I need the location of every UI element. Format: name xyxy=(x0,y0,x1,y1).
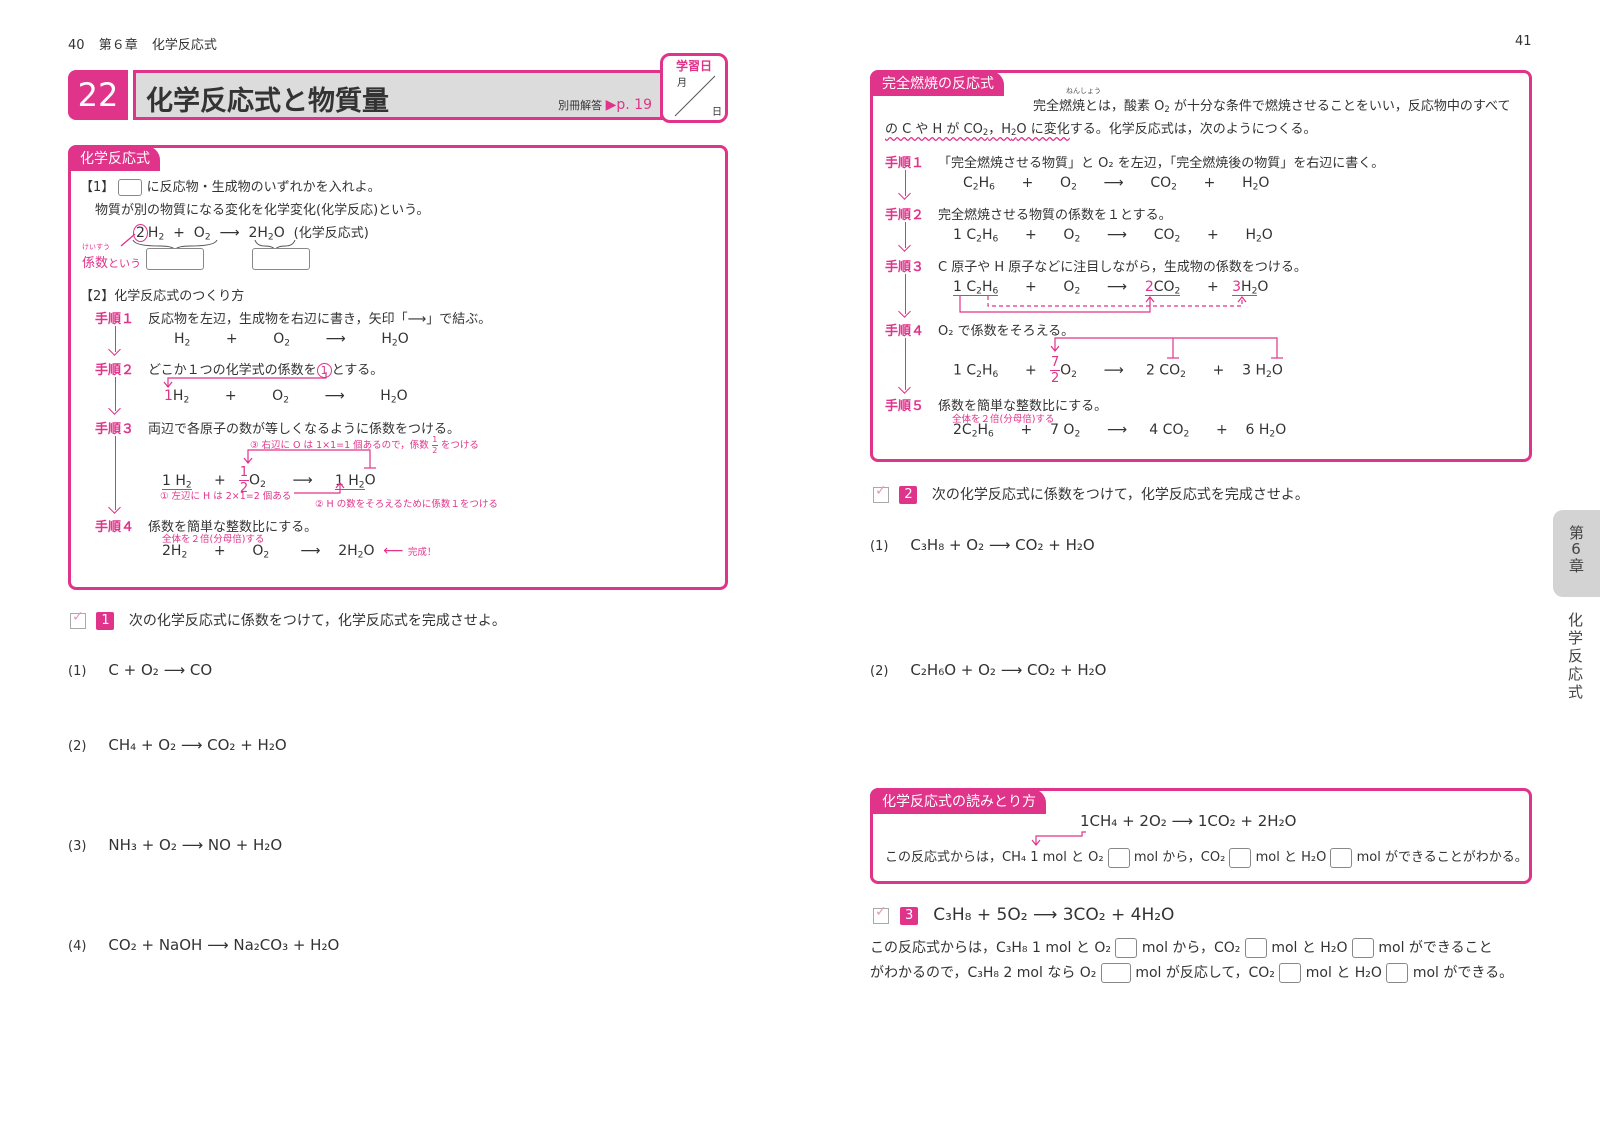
step-arrow-icon xyxy=(905,222,906,248)
r-step-3-equation: 1 C2H6 + O2 ⟶ 2CO2 + 3H2O xyxy=(953,279,1269,297)
step-3-text: 両辺で各原子の数が等しくなるように係数をつける。 xyxy=(148,422,461,437)
page-number: 40 xyxy=(68,38,85,53)
step-arrow-icon xyxy=(115,377,116,411)
r-step-3-text: C 原子や H 原子などに注目しながら，生成物の係数をつける。 xyxy=(938,260,1307,275)
r-step-2-text: 完全燃焼させる物質の係数を１とする。 xyxy=(938,208,1172,223)
exercise-2-header: 2 次の化学反応式に係数をつけて，化学反応式を完成させよ。 xyxy=(873,483,1309,504)
reading-equation: 1CH₄ + 2O₂ ⟶ 1CO₂ + 2H₂O xyxy=(1080,812,1297,830)
r-step-2-label: 手順２ xyxy=(885,208,925,223)
answer-ref-arrow-icon: ▶ xyxy=(605,97,617,113)
exercise-number: 2 xyxy=(899,486,918,504)
lesson-title: 化学反応式と物質量 xyxy=(146,86,389,117)
r-step-4-label: 手順４ xyxy=(885,324,925,339)
combustion-intro-1: 完全燃焼とは，酸素 O2 が十分な条件で燃焼させることをいい，反応物中のすべて xyxy=(1033,99,1511,115)
step-2-connector xyxy=(163,372,327,388)
side-tab-title: 化学反応式 xyxy=(1566,612,1584,702)
step-1-text: 反応物を左辺，生成物を右辺に書き，矢印「⟶」で結ぶ。 xyxy=(148,312,492,327)
answer-blank[interactable] xyxy=(118,179,143,196)
exercise-1-item: (4) CO₂ + NaOH ⟶ Na₂CO₃ + H₂O xyxy=(68,936,340,954)
step-3-label: 手順３ xyxy=(95,422,135,437)
exercise-3-line-2: がわかるので，C₃H₈ 2 mol なら O₂ mol が反応して，CO₂ mo… xyxy=(870,963,1514,983)
exercise-number: 1 xyxy=(96,612,115,630)
answer-blank[interactable] xyxy=(1115,938,1138,958)
q1-definition: 物質が別の物質になる変化を化学変化(化学反応)という。 xyxy=(95,203,430,218)
step-arrow-icon xyxy=(905,274,906,314)
step-1-label: 手順１ xyxy=(95,312,135,327)
r-step-2-equation: 1 C2H6 + O2 ⟶ CO2 + H2O xyxy=(953,227,1273,245)
r-step-1-equation: C2H6 + O2 ⟶ CO2 + H2O xyxy=(963,175,1270,193)
combustion-intro-2: の C や H が CO2，H2O に変化する。化学反応式は，次のようにつくる。 xyxy=(885,122,1317,138)
checkbox-icon[interactable] xyxy=(70,609,86,629)
step-3-note-2: ② H の数をそろえるために係数１をつける xyxy=(315,499,498,510)
box-tag: 化学反応式 xyxy=(70,146,160,171)
answer-blank[interactable] xyxy=(1330,847,1353,868)
exercise-1-item: (1) C + O₂ ⟶ CO xyxy=(68,661,213,679)
running-head-left: 40 第６章 化学反応式 xyxy=(68,34,217,53)
exercise-1-item: (2) CH₄ + O₂ ⟶ CO₂ + H₂O xyxy=(68,736,287,754)
step-1-equation: H2 + O2 ⟶ H2O xyxy=(174,331,409,349)
r-step-4-equation: 1 C2H6 + 7 2 O2 ⟶ 2 CO2 + 3 H2O xyxy=(953,355,1283,386)
step-2-label: 手順２ xyxy=(95,363,135,378)
r-step-3-connectors xyxy=(959,296,1247,313)
exercise-3-line-1: この反応式からは，C₃H₈ 1 mol と O₂ mol から，CO₂ mol … xyxy=(870,938,1493,958)
r-step-1-text: 「完全燃焼させる物質」と O₂ を左辺，「完全燃焼後の物質」を右辺に書く。 xyxy=(938,156,1385,171)
step-4-equation: 2H2 + O2 ⟶ 2H2O ⟵ 完成！ xyxy=(162,543,437,561)
page-number-right: 41 xyxy=(1515,34,1532,49)
lesson-title-bar: 化学反応式と物質量 別冊解答 ▶p. 19 xyxy=(133,70,663,120)
exercise-2-item: (1) C₃H₈ + O₂ ⟶ CO₂ + H₂O xyxy=(870,536,1095,554)
answer-blank[interactable] xyxy=(1244,938,1267,958)
r-step-5-equation: 2C2H6 + 7 O2 ⟶ 4 CO2 + 6 H2O xyxy=(953,422,1287,440)
exercise-3-header: 3 C₃H₈ + 5O₂ ⟶ 3CO₂ + 4H₂O xyxy=(873,904,1174,925)
product-blank[interactable] xyxy=(252,248,310,270)
step-3-connector-bottom xyxy=(294,482,345,494)
answer-blank[interactable] xyxy=(1279,963,1302,983)
step-4-label: 手順４ xyxy=(95,520,135,535)
exercise-1-item: (3) NH₃ + O₂ ⟶ NO + H₂O xyxy=(68,836,283,854)
answer-blank[interactable] xyxy=(1229,847,1252,868)
answer-blank[interactable] xyxy=(1351,938,1374,958)
checkbox-icon[interactable] xyxy=(873,904,889,924)
r-step-5-label: 手順５ xyxy=(885,399,925,414)
step-arrow-icon xyxy=(905,170,906,196)
r-step-3-label: 手順３ xyxy=(885,260,925,275)
step-3-note-1: ① 左辺に H は 2×1=2 個ある xyxy=(160,491,292,502)
step-2-equation: 1H2 + O2 ⟶ H2O xyxy=(164,388,408,406)
exercise-1-header: 1 次の化学反応式に係数をつけて，化学反応式を完成させよ。 xyxy=(70,609,506,630)
answer-ref[interactable]: 別冊解答 ▶p. 19 xyxy=(558,97,652,113)
study-date-box[interactable]: 学習日 月 日 xyxy=(660,53,728,123)
chapter-title: 化学反応式 xyxy=(151,38,217,53)
answer-blank[interactable] xyxy=(1386,963,1409,983)
coefficient-label: けいすう 係数という xyxy=(82,243,142,271)
box-tag: 化学反応式の読みとり方 xyxy=(872,789,1046,814)
q2-heading: 【2】化学反応式のつくり方 xyxy=(80,289,245,304)
date-slash-icon xyxy=(674,75,716,117)
answer-blank[interactable] xyxy=(1107,847,1130,868)
exercise-number: 3 xyxy=(900,906,919,925)
chapter-side-tab[interactable]: 第6章 xyxy=(1553,510,1600,597)
chapter-label: 第６章 xyxy=(98,38,138,53)
exercise-2-item: (2) C₂H₆O + O₂ ⟶ CO₂ + H₂O xyxy=(870,661,1107,679)
lesson-number: 22 xyxy=(68,70,128,120)
box-tag: 完全燃焼の反応式 xyxy=(872,71,1004,96)
step-arrow-icon xyxy=(115,326,116,352)
reactant-blank[interactable] xyxy=(146,248,204,270)
step-arrow-icon xyxy=(905,338,906,390)
q1-instruction: 【1】 に反応物・生成物のいずれかを入れよ。 xyxy=(80,179,381,196)
step-arrow-icon xyxy=(115,436,116,510)
reading-sentence: この反応式からは，CH₄ 1 mol と O₂ mol から，CO₂ mol と… xyxy=(885,846,1528,868)
r-step-1-label: 手順１ xyxy=(885,156,925,171)
answer-blank[interactable] xyxy=(1100,963,1131,983)
checkbox-icon[interactable] xyxy=(873,483,889,503)
